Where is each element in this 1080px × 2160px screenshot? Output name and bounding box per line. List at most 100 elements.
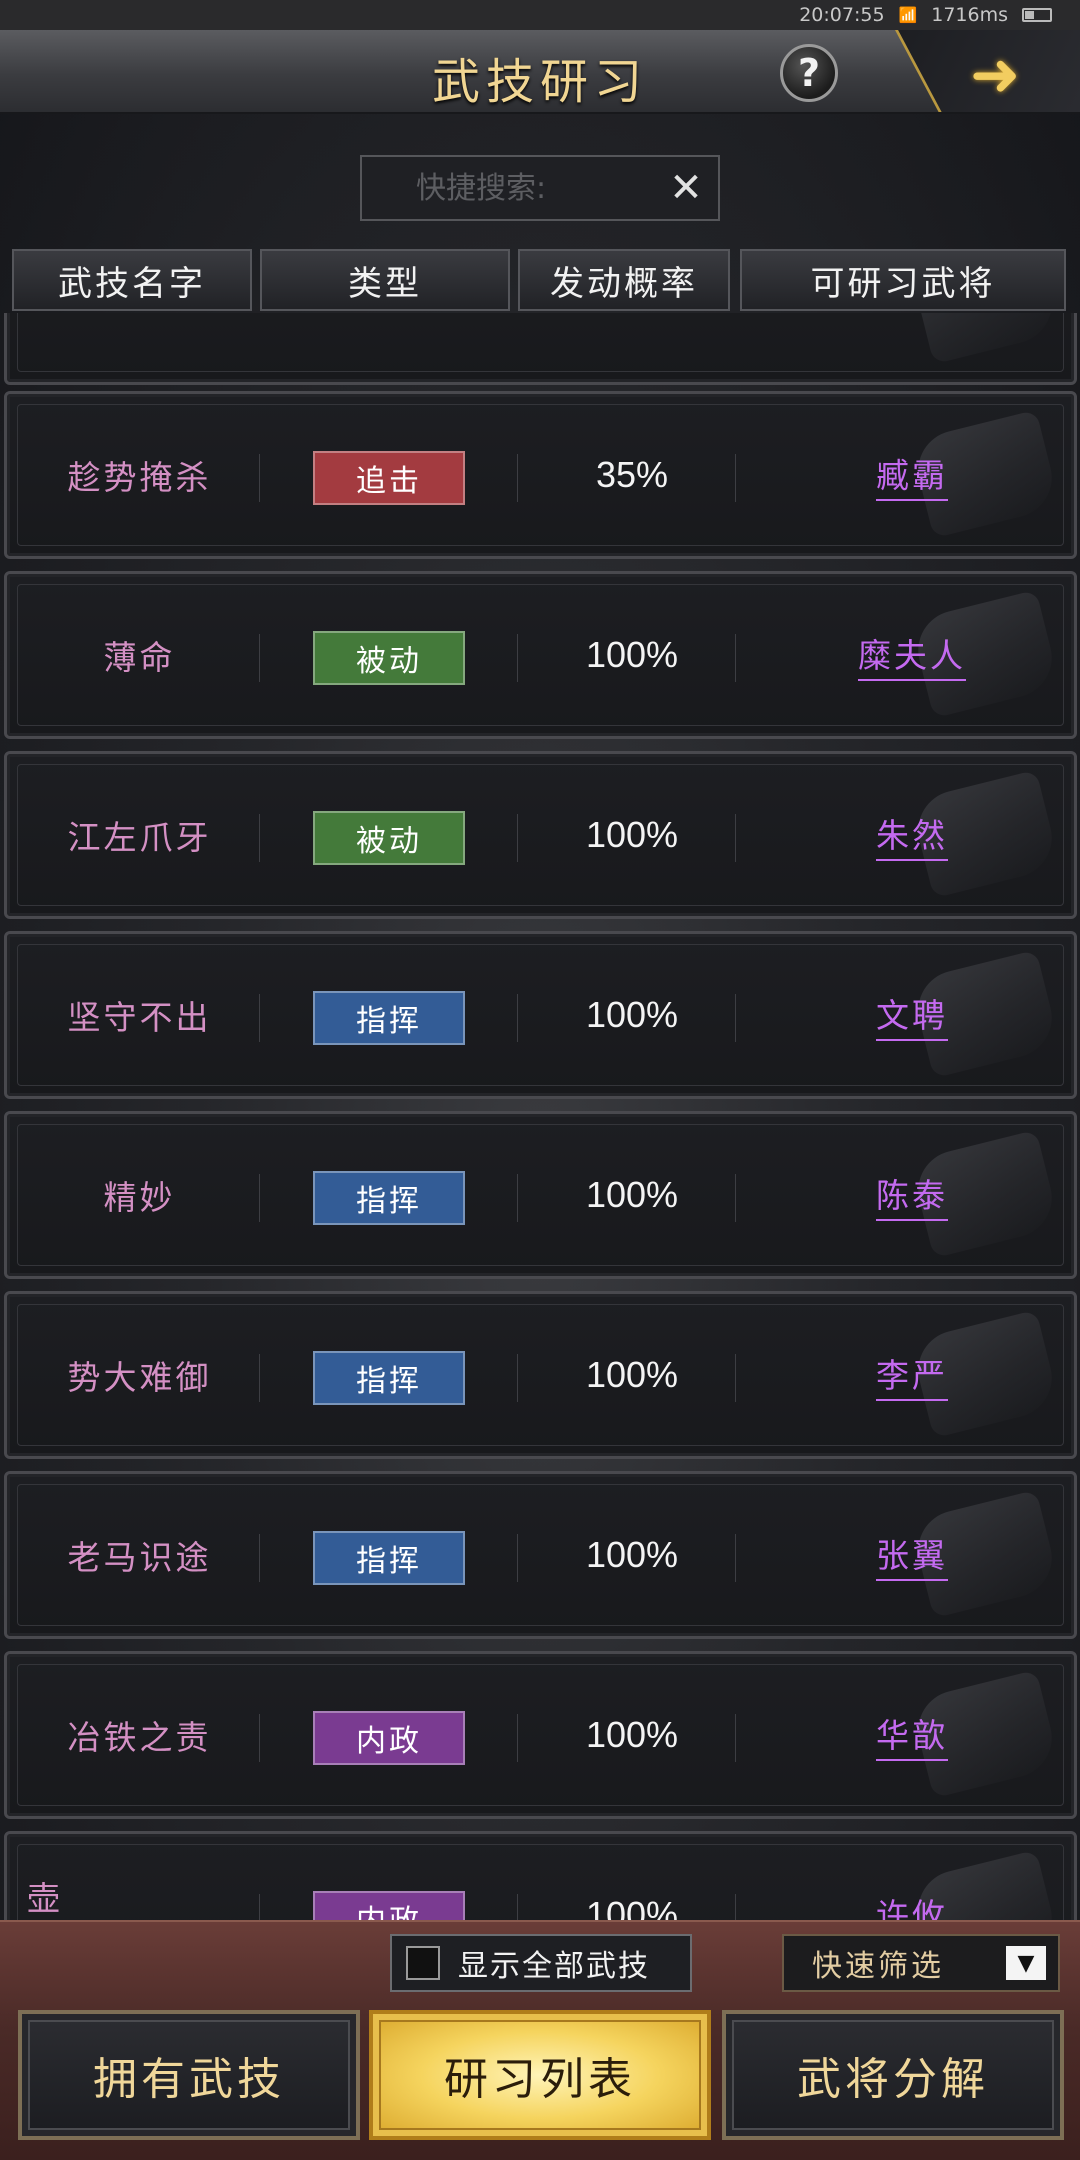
list-item[interactable]: 势大难御 指挥 100% 李严 bbox=[4, 1291, 1077, 1459]
skill-type-badge: 追击 bbox=[313, 451, 465, 505]
divider bbox=[517, 814, 518, 862]
chevron-down-icon[interactable]: ▼ bbox=[1006, 1946, 1046, 1980]
divider bbox=[259, 814, 260, 862]
status-latency: 1716ms bbox=[931, 4, 1008, 26]
show-all-label: 显示全部武技 bbox=[458, 1949, 650, 1984]
divider bbox=[259, 634, 260, 682]
title-bar: 武技研习 ? ➜ bbox=[0, 30, 1080, 114]
list-item[interactable] bbox=[4, 313, 1077, 385]
divider bbox=[259, 994, 260, 1042]
skill-list[interactable]: 趁势掩杀 追击 35% 臧霸 薄命 被动 100% 糜夫人 江左爪牙 被动 10… bbox=[0, 313, 1080, 1920]
quick-filter-label: 快速筛选 bbox=[812, 1949, 944, 1984]
trigger-rate: 100% bbox=[585, 994, 679, 1035]
general-link[interactable]: 朱然 bbox=[876, 809, 948, 861]
divider bbox=[517, 1534, 518, 1582]
trigger-rate: 100% bbox=[585, 1714, 679, 1755]
skill-name: 江左爪牙 bbox=[67, 818, 212, 857]
help-button[interactable]: ? bbox=[780, 44, 838, 102]
list-item[interactable]: 壶onDestroy 内政 100% 许攸 bbox=[4, 1831, 1077, 1920]
divider bbox=[259, 1354, 260, 1402]
show-all-checkbox[interactable] bbox=[406, 1946, 440, 1980]
tab-decompose-general[interactable]: 武将分解 bbox=[722, 2010, 1064, 2140]
general-link[interactable]: 华歆 bbox=[876, 1709, 948, 1761]
list-item[interactable]: 老马识途 指挥 100% 张翼 bbox=[4, 1471, 1077, 1639]
general-link[interactable]: 许攸 bbox=[876, 1889, 948, 1920]
general-link[interactable]: 李严 bbox=[876, 1349, 948, 1401]
general-link[interactable]: 臧霸 bbox=[876, 449, 948, 501]
close-icon[interactable]: ✕ bbox=[662, 163, 710, 213]
column-header-row: 武技名字 类型 发动概率 可研习武将 bbox=[0, 249, 1080, 311]
list-item[interactable]: 精妙 指挥 100% 陈泰 bbox=[4, 1111, 1077, 1279]
tab-owned-skills[interactable]: 拥有武技 bbox=[18, 2010, 360, 2140]
skill-type-badge: 被动 bbox=[313, 811, 465, 865]
trigger-rate: 100% bbox=[585, 814, 679, 855]
column-header-general[interactable]: 可研习武将 bbox=[740, 249, 1066, 311]
column-header-type[interactable]: 类型 bbox=[260, 249, 510, 311]
trigger-rate: 100% bbox=[585, 1894, 679, 1920]
show-all-toggle[interactable]: 显示全部武技 bbox=[390, 1934, 692, 1992]
divider bbox=[517, 1714, 518, 1762]
search-input[interactable] bbox=[362, 157, 662, 219]
list-item[interactable]: 坚守不出 指挥 100% 文聘 bbox=[4, 931, 1077, 1099]
column-header-rate[interactable]: 发动概率 bbox=[518, 249, 730, 311]
divider bbox=[735, 634, 736, 682]
trigger-rate: 100% bbox=[585, 634, 679, 675]
general-cell: 陈泰 bbox=[767, 1114, 1057, 1276]
general-cell: 臧霸 bbox=[767, 394, 1057, 556]
battery-icon bbox=[1022, 8, 1052, 22]
general-cell: 张翼 bbox=[767, 1474, 1057, 1636]
list-item[interactable]: 薄命 被动 100% 糜夫人 bbox=[4, 571, 1077, 739]
skill-name: 壶onDestroy bbox=[27, 1878, 223, 1921]
divider bbox=[735, 1714, 736, 1762]
skill-name: 薄命 bbox=[103, 638, 176, 677]
divider bbox=[517, 454, 518, 502]
divider bbox=[735, 1174, 736, 1222]
skill-type-badge: 指挥 bbox=[313, 991, 465, 1045]
skill-type-badge: 内政 bbox=[313, 1711, 465, 1765]
list-item[interactable]: 江左爪牙 被动 100% 朱然 bbox=[4, 751, 1077, 919]
skill-name: 势大难御 bbox=[67, 1358, 212, 1397]
back-arrow-icon[interactable]: ➜ bbox=[970, 40, 1020, 110]
help-icon: ? bbox=[797, 51, 821, 95]
skill-type-badge: 内政 bbox=[313, 1891, 465, 1920]
quick-filter-dropdown[interactable]: 快速筛选 ▼ bbox=[782, 1934, 1060, 1992]
divider bbox=[259, 454, 260, 502]
divider bbox=[259, 1534, 260, 1582]
general-cell: 糜夫人 bbox=[767, 574, 1057, 736]
skill-type-badge: 指挥 bbox=[313, 1171, 465, 1225]
trigger-rate: 100% bbox=[585, 1174, 679, 1215]
general-cell: 许攸 bbox=[767, 1834, 1057, 1920]
divider bbox=[517, 634, 518, 682]
search-box: ✕ bbox=[360, 155, 720, 221]
status-time: 20:07:55 bbox=[799, 4, 885, 26]
divider bbox=[735, 454, 736, 502]
divider bbox=[735, 1894, 736, 1920]
list-item[interactable]: 趁势掩杀 追击 35% 臧霸 bbox=[4, 391, 1077, 559]
general-cell: 朱然 bbox=[767, 754, 1057, 916]
divider bbox=[517, 1894, 518, 1920]
general-link[interactable]: 文聘 bbox=[876, 989, 948, 1041]
skill-name: 精妙 bbox=[103, 1178, 176, 1217]
column-header-name[interactable]: 武技名字 bbox=[12, 249, 252, 311]
bottom-panel: 显示全部武技 快速筛选 ▼ 拥有武技 研习列表 武将分解 bbox=[0, 1920, 1080, 2160]
divider bbox=[259, 1894, 260, 1920]
tab-research-list[interactable]: 研习列表 bbox=[369, 2010, 711, 2140]
divider bbox=[735, 814, 736, 862]
general-link[interactable]: 张翼 bbox=[876, 1529, 948, 1581]
general-cell: 李严 bbox=[767, 1294, 1057, 1456]
divider bbox=[735, 994, 736, 1042]
skill-name: 老马识途 bbox=[67, 1538, 212, 1577]
list-item[interactable]: 冶铁之责 内政 100% 华歆 bbox=[4, 1651, 1077, 1819]
skill-type-badge: 被动 bbox=[313, 631, 465, 685]
divider bbox=[517, 994, 518, 1042]
divider bbox=[735, 1354, 736, 1402]
trigger-rate: 100% bbox=[585, 1534, 679, 1575]
general-cell: 华歆 bbox=[767, 1654, 1057, 1816]
general-link[interactable]: 陈泰 bbox=[876, 1169, 948, 1221]
trigger-rate: 35% bbox=[595, 454, 669, 495]
divider bbox=[517, 1354, 518, 1402]
skill-type-badge: 指挥 bbox=[313, 1531, 465, 1585]
general-link[interactable]: 糜夫人 bbox=[858, 629, 966, 681]
skill-name: 坚守不出 bbox=[67, 998, 212, 1037]
divider bbox=[259, 1714, 260, 1762]
